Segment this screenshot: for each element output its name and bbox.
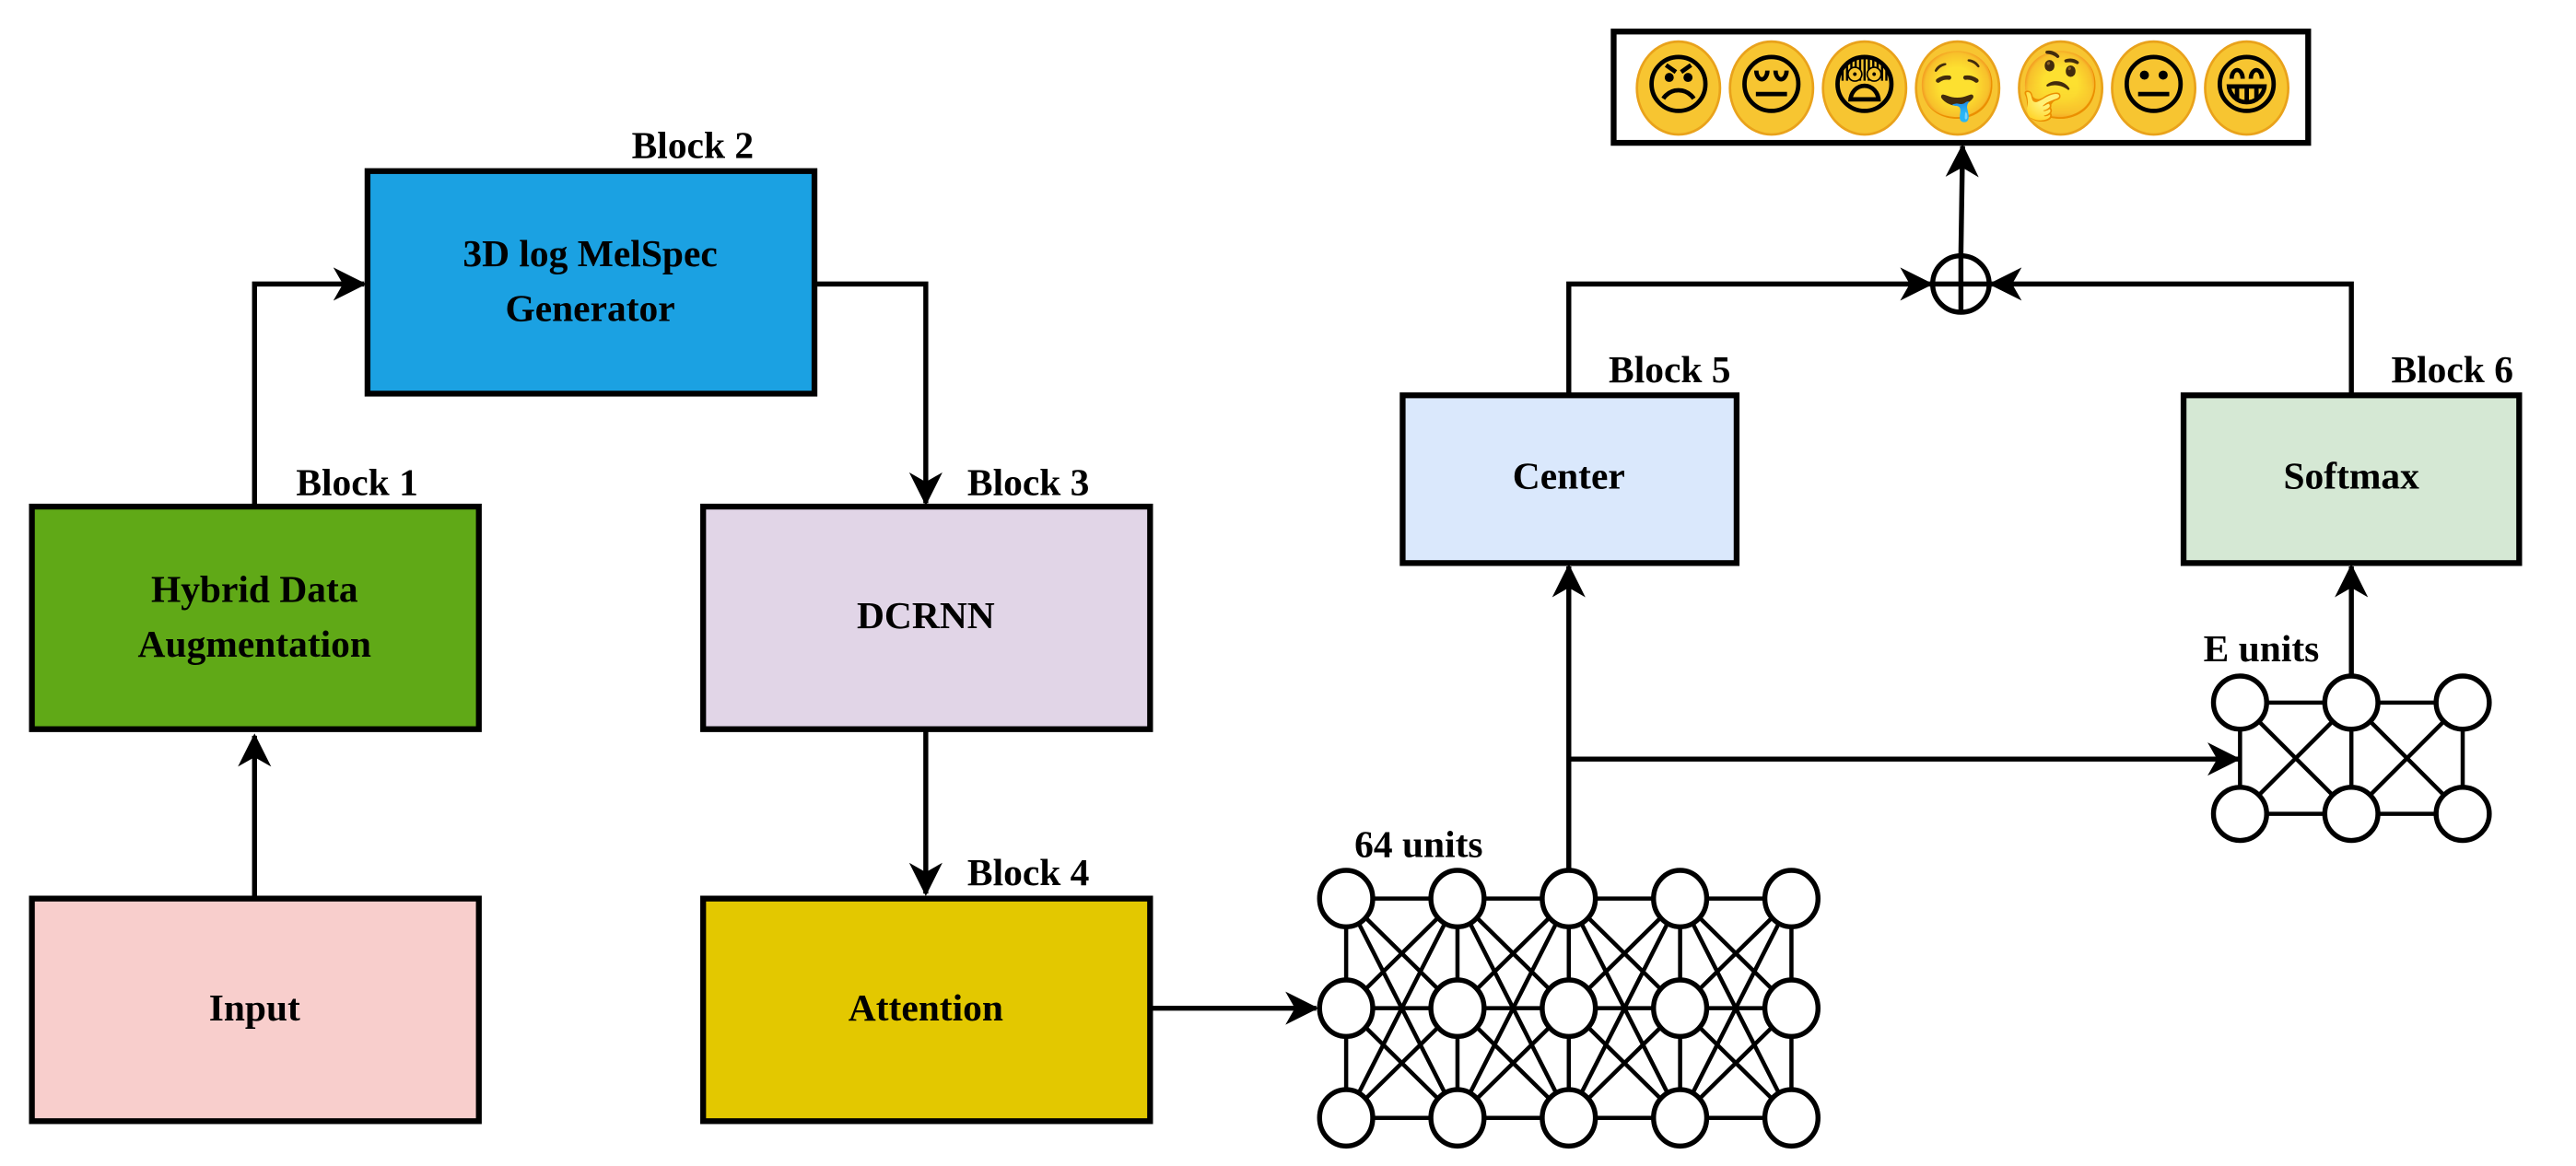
block-4-tag: Block 4	[967, 851, 1090, 893]
block-3-tag: Block 3	[967, 461, 1090, 503]
block-2: 3D log MelSpec Generator Block 2	[364, 123, 818, 397]
emoji-sad-icon: 😔	[1728, 40, 1815, 136]
svg-text:🤔: 🤔	[2020, 47, 2102, 124]
dcrnn-label: DCRNN	[857, 594, 995, 636]
melspec-label-line2: Generator	[505, 287, 674, 330]
embedding-node	[2210, 785, 2269, 844]
dense-node	[1762, 977, 1821, 1040]
dense-node	[1317, 977, 1376, 1040]
block-6-tag: Block 6	[2391, 348, 2513, 391]
attention-label: Attention	[849, 986, 1003, 1029]
dense-node	[1428, 1087, 1487, 1149]
block-2-tag: Block 2	[632, 123, 754, 166]
block-1-tag: Block 1	[296, 461, 417, 503]
dense-layer-label: 64 units	[1354, 823, 1482, 866]
embedding-layer-label: E units	[2204, 627, 2320, 670]
svg-text:😔: 😔	[1737, 47, 1806, 124]
dense-node	[1428, 868, 1487, 930]
embedding-layer-network	[2210, 673, 2492, 844]
output-emotions: 😠 😔 😨 🤤 🤔 😐 😁	[1610, 29, 2312, 146]
dense-layer-network	[1317, 868, 1821, 1149]
embedding-node	[2210, 673, 2269, 732]
svg-text:🤤: 🤤	[1916, 47, 1999, 124]
dense-node	[1317, 1087, 1376, 1149]
dense-node	[1762, 1087, 1821, 1149]
hybrid-augmentation-label-line1: Hybrid Data	[151, 567, 358, 610]
svg-text:😐: 😐	[2119, 47, 2188, 124]
center-label: Center	[1513, 455, 1625, 497]
emoji-angry-icon: 😠	[1635, 40, 1722, 136]
hybrid-augmentation-label-line2: Augmentation	[138, 623, 371, 665]
svg-text:😁: 😁	[2212, 47, 2281, 124]
emoji-happy-icon: 😁	[2204, 40, 2290, 136]
emoji-neutral-icon: 😐	[2111, 40, 2197, 136]
dense-node	[1540, 977, 1598, 1040]
embedding-node	[2433, 785, 2492, 844]
hybrid-augmentation-box	[29, 503, 482, 732]
sum-circle-icon	[1930, 253, 1992, 315]
softmax-label: Softmax	[2283, 455, 2419, 497]
arrow-sum-to-output	[1945, 144, 1979, 254]
dense-node	[1651, 868, 1710, 930]
dense-node	[1317, 868, 1376, 930]
arrow-softmax-to-sum	[1988, 267, 2354, 396]
block-5-tag: Block 5	[1609, 348, 1731, 391]
dense-node	[1651, 1087, 1710, 1149]
svg-text:😠: 😠	[1644, 47, 1713, 124]
embedding-node	[2322, 673, 2381, 732]
dense-node	[1651, 977, 1710, 1040]
dense-node	[1540, 1087, 1598, 1149]
embedding-node	[2322, 785, 2381, 844]
svg-text:😨: 😨	[1830, 47, 1899, 124]
dense-node	[1428, 977, 1487, 1040]
input-label: Input	[209, 986, 300, 1029]
melspec-generator-box	[364, 168, 818, 397]
embedding-node	[2433, 673, 2492, 732]
melspec-label-line1: 3D log MelSpec	[463, 232, 717, 274]
emoji-disgust-icon: 🤤	[1914, 40, 2001, 136]
dense-node	[1762, 868, 1821, 930]
emoji-surprised-icon: 🤔	[2018, 40, 2104, 136]
architecture-diagram: Input Hybrid Data Augmentation Block 1 3…	[29, 29, 2523, 1149]
dense-node	[1540, 868, 1598, 930]
block-input: Input	[29, 895, 482, 1125]
emoji-fearful-icon: 😨	[1821, 40, 1908, 136]
arrow-melspec-to-dcrnn	[814, 281, 943, 507]
